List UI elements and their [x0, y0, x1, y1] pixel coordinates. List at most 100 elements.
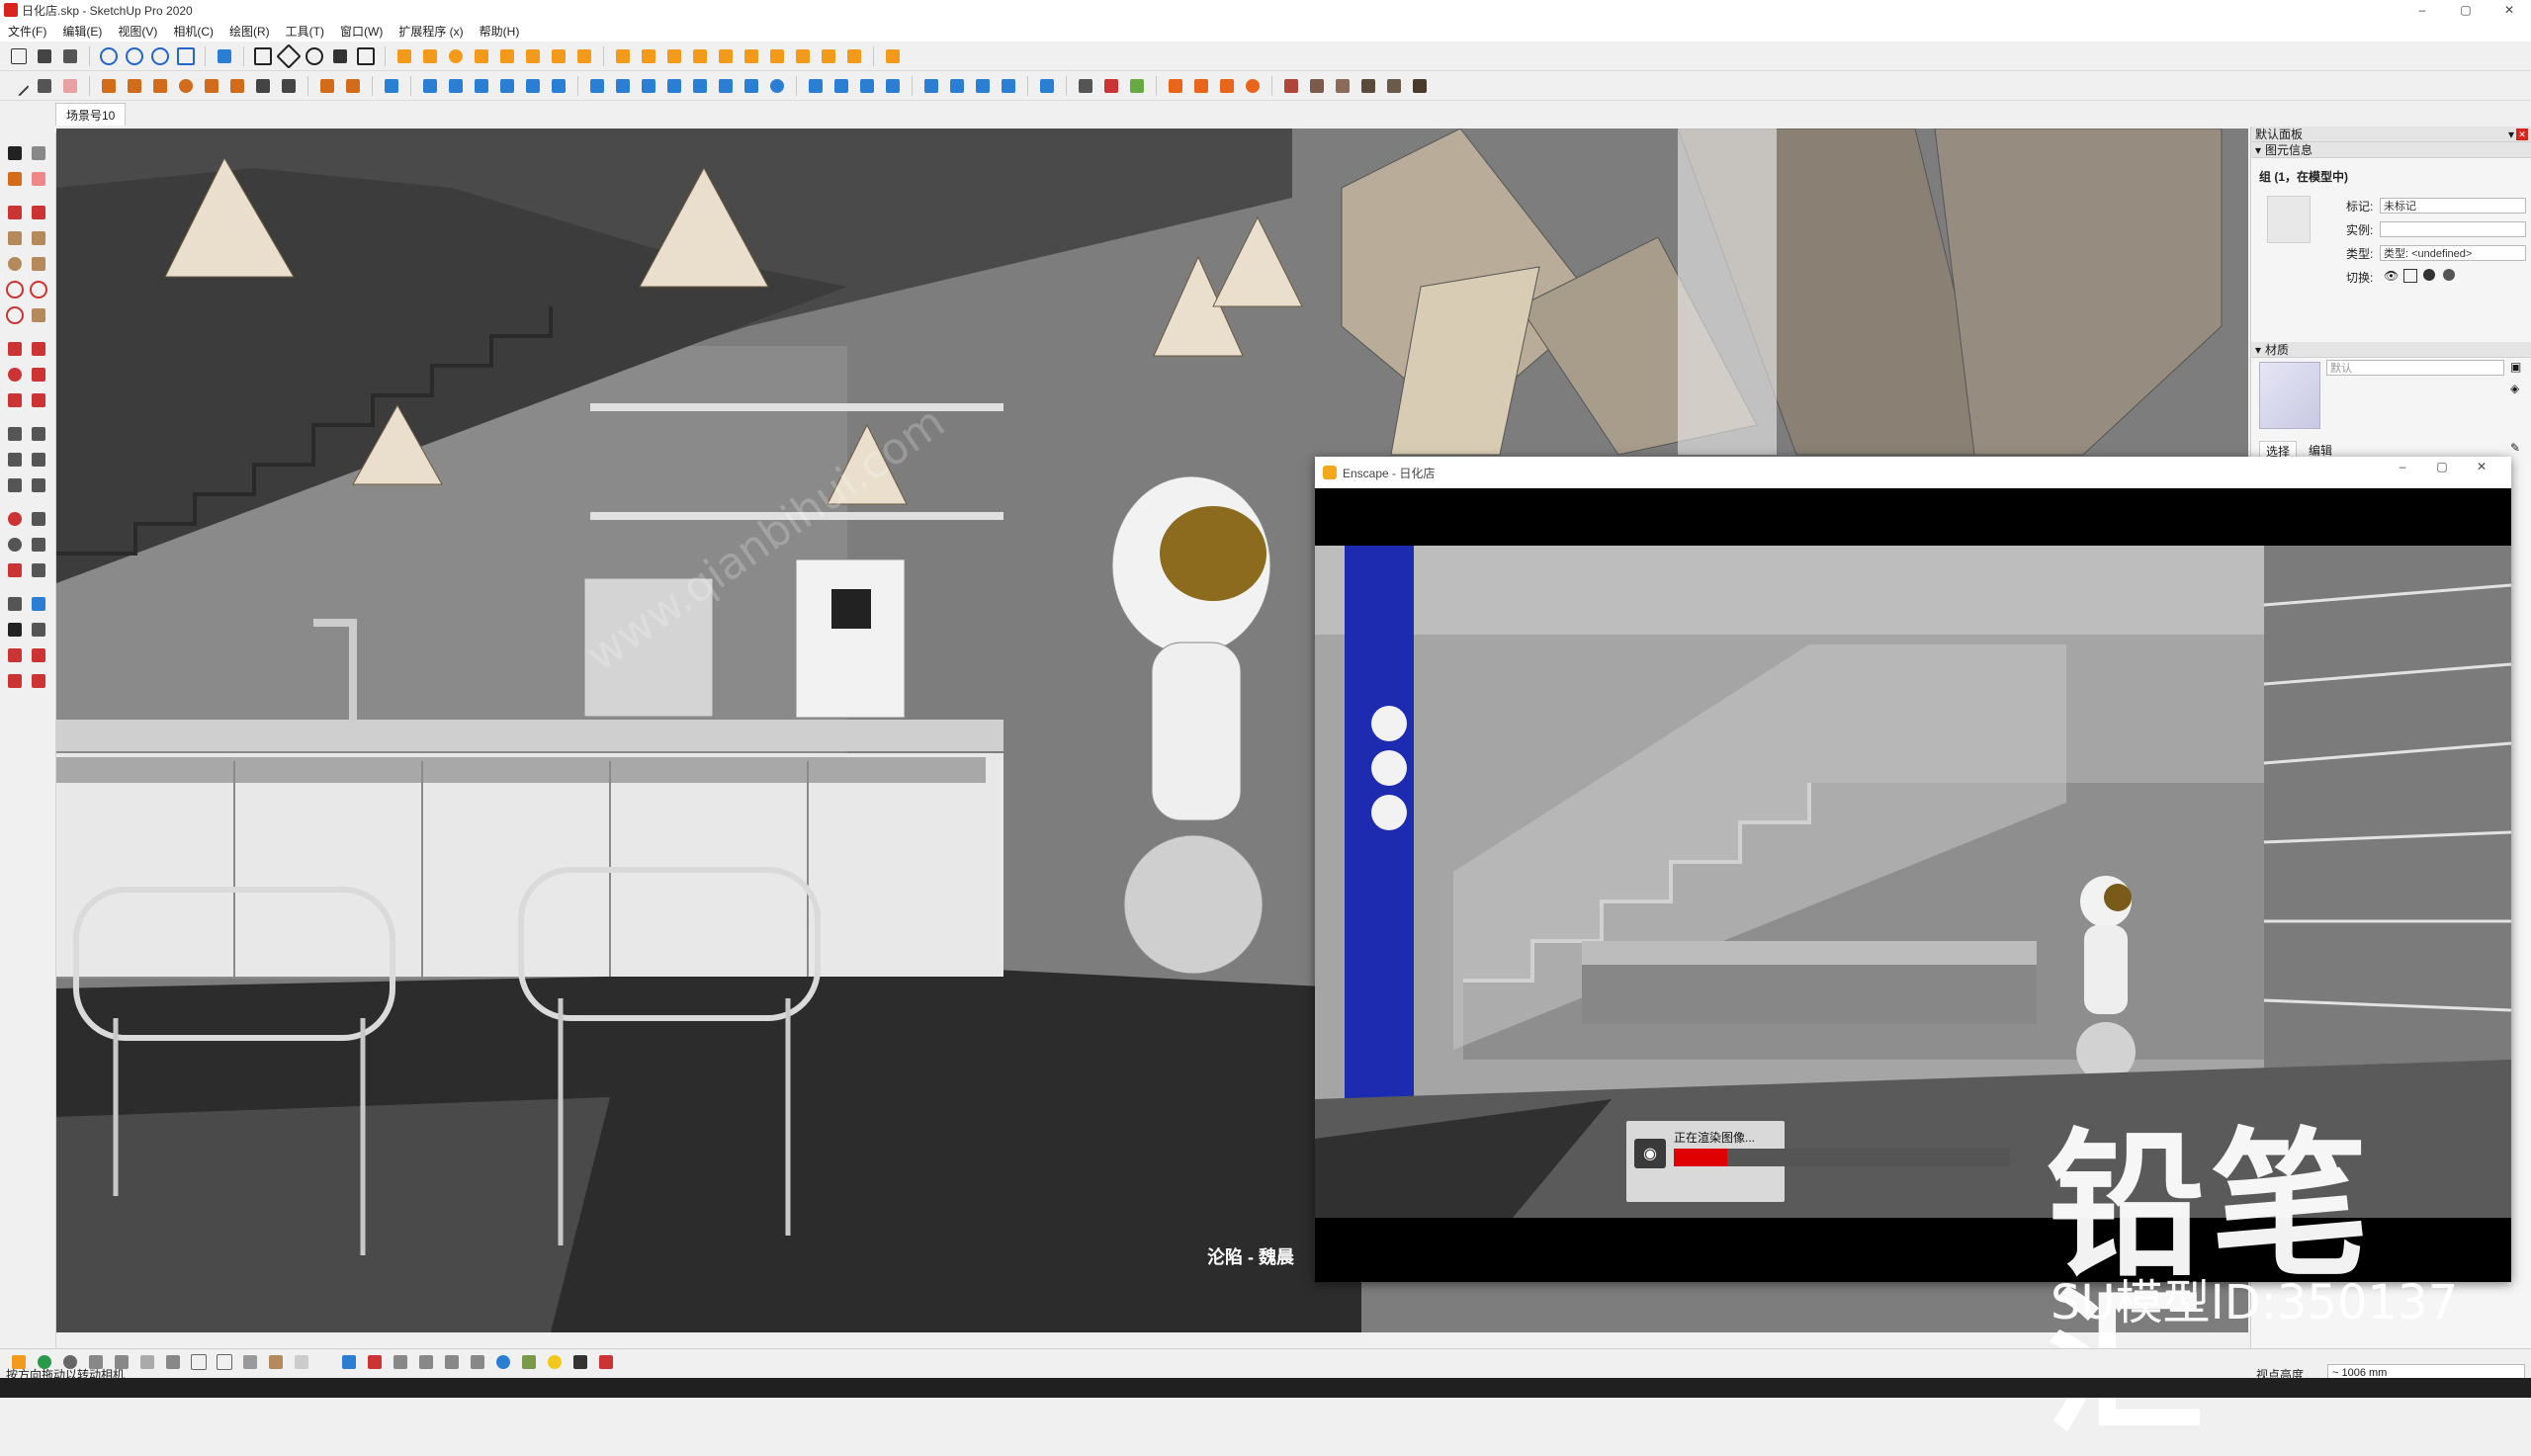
tag-select[interactable]: 未标记	[2380, 198, 2526, 214]
protractor-icon[interactable]	[4, 449, 26, 471]
surface-icon[interactable]	[663, 75, 685, 97]
undo-icon[interactable]	[355, 45, 377, 67]
material-icon[interactable]	[1280, 75, 1302, 97]
cone-icon[interactable]	[201, 75, 222, 97]
scale-orange-icon[interactable]	[471, 45, 492, 67]
flip-icon[interactable]	[329, 45, 351, 67]
dynamic-component-icon[interactable]	[316, 75, 338, 97]
materials-header[interactable]: ▾ 材质	[2251, 342, 2531, 358]
close-button[interactable]: ✕	[2487, 0, 2531, 20]
extrude-icon[interactable]	[715, 75, 737, 97]
eyedropper-icon[interactable]: ✎	[2510, 441, 2520, 455]
menu-window[interactable]: 窗口(W)	[332, 23, 391, 40]
minimize-button[interactable]: –	[2400, 0, 2444, 20]
warehouse-icon[interactable]	[4, 644, 26, 666]
scale-icon[interactable]	[252, 45, 274, 67]
shape-icon[interactable]	[612, 75, 634, 97]
curve-icon[interactable]	[586, 75, 608, 97]
rectangle-icon[interactable]	[4, 227, 26, 249]
layout-icon[interactable]	[4, 670, 26, 692]
freehand-icon[interactable]	[34, 75, 55, 97]
folder-icon[interactable]	[548, 75, 569, 97]
menu-draw[interactable]: 绘图(R)	[221, 23, 278, 40]
enscape-view-icon[interactable]	[1216, 75, 1238, 97]
select-arrow-icon[interactable]	[393, 45, 415, 67]
menu-edit[interactable]: 编辑(E)	[54, 23, 110, 40]
followme-icon[interactable]	[28, 364, 49, 385]
guides-icon[interactable]	[467, 1351, 488, 1373]
menu-help[interactable]: 帮助(H)	[472, 23, 528, 40]
fog-icon[interactable]	[136, 1351, 158, 1373]
info-icon[interactable]	[766, 75, 788, 97]
position-camera-icon[interactable]	[4, 593, 26, 615]
previous-view-icon[interactable]	[28, 559, 49, 581]
line-icon[interactable]	[8, 74, 30, 97]
frame-icon[interactable]	[882, 45, 904, 67]
library-icon[interactable]	[1100, 75, 1122, 97]
scale-tool-icon[interactable]	[1075, 75, 1096, 97]
save-icon[interactable]	[445, 75, 467, 97]
asset-icon[interactable]	[1383, 75, 1405, 97]
ruby-icon[interactable]	[364, 1351, 386, 1373]
menu-file[interactable]: 文件(F)	[0, 23, 54, 40]
terrain-icon[interactable]	[805, 75, 827, 97]
extension-warehouse-icon[interactable]	[28, 644, 49, 666]
menu-tools[interactable]: 工具(T)	[278, 23, 332, 40]
tube-icon[interactable]	[226, 75, 248, 97]
paint-bucket-icon[interactable]	[98, 75, 120, 97]
textured-icon[interactable]	[265, 1351, 287, 1373]
monochrome-icon[interactable]	[291, 1351, 312, 1373]
3d-text-icon[interactable]	[28, 474, 49, 496]
section-icon[interactable]	[663, 45, 685, 67]
cube-icon[interactable]	[381, 75, 402, 97]
circle-icon[interactable]	[4, 253, 26, 275]
plugin-icon[interactable]	[1126, 75, 1148, 97]
zoom-icon[interactable]	[149, 45, 171, 67]
explode-icon[interactable]	[766, 45, 788, 67]
menu-view[interactable]: 视图(V)	[110, 23, 165, 40]
walk-icon[interactable]	[4, 619, 26, 641]
move-icon[interactable]	[4, 338, 26, 360]
xray-icon[interactable]	[162, 1351, 184, 1373]
sandbox-icon[interactable]	[1036, 75, 1058, 97]
create-material-icon[interactable]: ▣	[2510, 360, 2521, 374]
rotate-icon[interactable]	[304, 45, 325, 67]
sample-paint-icon[interactable]: ◈	[2510, 382, 2519, 395]
render-settings-icon[interactable]	[595, 1351, 617, 1373]
rotate-icon[interactable]	[4, 364, 26, 385]
loft-icon[interactable]	[689, 75, 711, 97]
pin-icon[interactable]: ▾	[2508, 128, 2514, 141]
3d-text-icon[interactable]	[59, 45, 81, 67]
rotate-orange-icon[interactable]	[445, 45, 467, 67]
scissors-icon[interactable]	[252, 75, 274, 97]
box-icon[interactable]	[124, 75, 145, 97]
zoom-window-icon[interactable]	[28, 534, 49, 556]
scene-tab[interactable]: 场景号10	[55, 103, 127, 126]
grid-icon[interactable]	[638, 45, 659, 67]
light-icon[interactable]	[544, 1351, 566, 1373]
intersect-icon[interactable]	[920, 75, 942, 97]
polygon-icon[interactable]	[28, 253, 49, 275]
subtract-icon[interactable]	[998, 75, 1019, 97]
union-icon[interactable]	[972, 75, 994, 97]
pan-icon[interactable]	[124, 45, 145, 67]
pan-icon[interactable]	[28, 508, 49, 530]
wireframe-icon[interactable]	[188, 1351, 210, 1373]
offset-orange-icon[interactable]	[548, 45, 569, 67]
eraser-icon[interactable]	[59, 75, 81, 97]
axes-icon[interactable]	[4, 474, 26, 496]
ungroup-icon[interactable]	[741, 45, 762, 67]
pie-icon[interactable]	[28, 304, 49, 326]
enscape-settings-icon[interactable]	[1242, 75, 1264, 97]
tray-close-icon[interactable]: ✕	[2516, 128, 2528, 140]
zoom-extents-icon[interactable]	[4, 559, 26, 581]
warehouse-icon[interactable]	[342, 75, 364, 97]
cylinder-icon[interactable]	[149, 75, 171, 97]
scale-icon[interactable]	[4, 389, 26, 411]
flip-edge-icon[interactable]	[882, 75, 904, 97]
menu-camera[interactable]: 相机(C)	[165, 23, 221, 40]
shaded-icon[interactable]	[239, 1351, 261, 1373]
visibility-toggle-icon[interactable]: 👁	[2384, 269, 2399, 283]
enscape-minimize-button[interactable]: –	[2383, 457, 2422, 476]
copy-icon[interactable]	[496, 75, 518, 97]
